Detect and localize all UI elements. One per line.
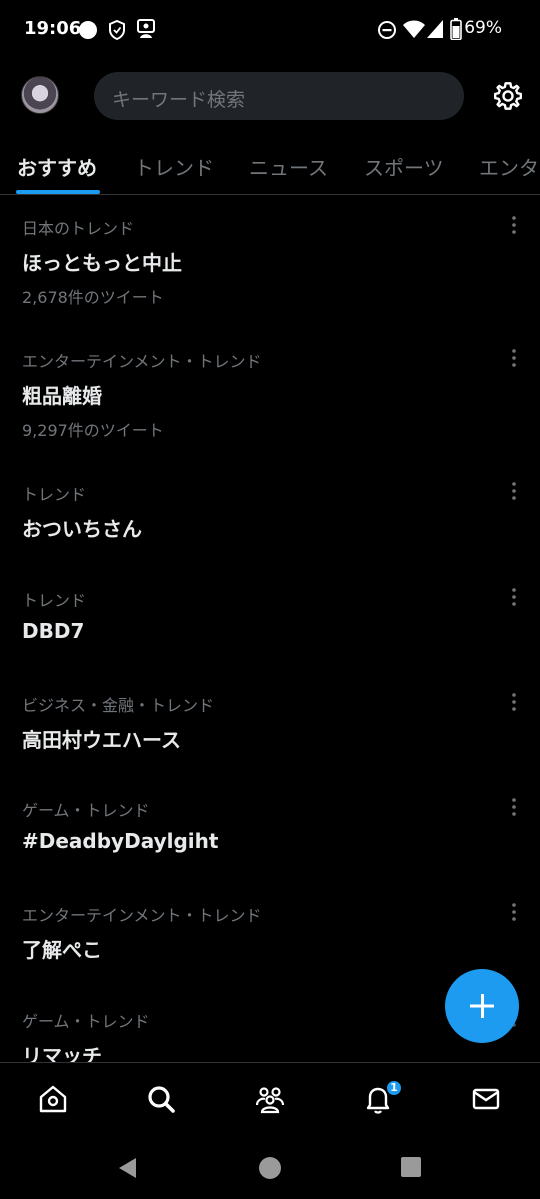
- trend-list: 日本のトレンド ほっともっと中止 2,678件のツイート エンターテインメント・…: [0, 196, 540, 1062]
- top-header: キーワード検索: [0, 62, 540, 132]
- more-options-icon[interactable]: [506, 215, 522, 237]
- more-options-icon[interactable]: [506, 587, 522, 609]
- battery-icon: [450, 18, 462, 40]
- do-not-disturb-icon: [378, 21, 396, 39]
- more-options-icon[interactable]: [506, 902, 522, 924]
- notification-badge: 1: [385, 1079, 403, 1097]
- shield-icon: [109, 19, 125, 41]
- battery-percent: 69%: [464, 18, 502, 38]
- trend-category: ビジネス・金融・トレンド: [22, 696, 215, 715]
- home-circle-icon[interactable]: [258, 1156, 282, 1180]
- trend-title: 了解ぺこ: [22, 938, 102, 962]
- tab-entertainment[interactable]: エンタ: [479, 152, 539, 181]
- trend-category: ゲーム・トレンド: [22, 1012, 150, 1031]
- trend-category: 日本のトレンド: [22, 219, 135, 238]
- avatar[interactable]: [21, 76, 59, 114]
- tab-sports[interactable]: スポーツ: [364, 152, 444, 181]
- trend-item[interactable]: ゲーム・トレンド #DeadbyDaylgiht: [0, 778, 540, 883]
- plus-icon: [470, 994, 494, 1018]
- trend-category: エンターテインメント・トレンド: [22, 906, 262, 925]
- trend-title: DBD7: [22, 619, 85, 643]
- trend-item[interactable]: トレンド DBD7: [0, 568, 540, 673]
- trend-item[interactable]: トレンド おついちさん: [0, 462, 540, 568]
- trend-category: ゲーム・トレンド: [22, 801, 150, 820]
- trend-title: リマッチ: [22, 1044, 102, 1062]
- status-time: 19:06: [24, 18, 82, 39]
- communities-icon[interactable]: [254, 1083, 286, 1115]
- trend-title: #DeadbyDaylgiht: [22, 829, 219, 853]
- trend-item[interactable]: エンターテインメント・トレンド 粗品離婚 9,297件のツイート: [0, 329, 540, 462]
- messages-icon[interactable]: [470, 1083, 502, 1115]
- more-options-icon[interactable]: [506, 692, 522, 714]
- more-options-icon[interactable]: [506, 797, 522, 819]
- more-options-icon[interactable]: [506, 481, 522, 503]
- search-icon[interactable]: [145, 1083, 177, 1115]
- gear-icon[interactable]: [492, 80, 524, 112]
- trend-category: エンターテインメント・トレンド: [22, 352, 262, 371]
- tab-news[interactable]: ニュース: [249, 152, 328, 181]
- tab-trending[interactable]: トレンド: [134, 152, 214, 181]
- notification-dot-icon: [79, 21, 97, 39]
- status-bar: 19:06 69%: [0, 0, 540, 62]
- home-icon[interactable]: [37, 1083, 69, 1115]
- trend-title: ほっともっと中止: [22, 251, 182, 275]
- bottom-navigation: 1: [0, 1062, 540, 1138]
- trend-item[interactable]: ビジネス・金融・トレンド 高田村ウエハース: [0, 673, 540, 778]
- compose-button[interactable]: [445, 969, 519, 1043]
- trend-count: 2,678件のツイート: [22, 288, 164, 307]
- explore-tabs: おすすめ トレンド ニュース スポーツ エンタ: [0, 140, 540, 195]
- signal-icon: [427, 20, 443, 38]
- recents-icon[interactable]: [401, 1156, 421, 1178]
- trend-category: トレンド: [22, 485, 87, 504]
- trend-title: おついちさん: [22, 517, 142, 541]
- trend-category: トレンド: [22, 591, 87, 610]
- more-options-icon[interactable]: [506, 348, 522, 370]
- search-placeholder: キーワード検索: [112, 89, 246, 111]
- back-icon[interactable]: [116, 1156, 138, 1180]
- app-notification-icon: [137, 19, 155, 38]
- trend-item[interactable]: 日本のトレンド ほっともっと中止 2,678件のツイート: [0, 196, 540, 329]
- search-input[interactable]: キーワード検索: [94, 72, 464, 120]
- trend-title: 高田村ウエハース: [22, 728, 181, 752]
- trend-title: 粗品離婚: [22, 384, 102, 408]
- active-tab-indicator: [16, 190, 100, 194]
- system-navigation-bar: [0, 1138, 540, 1199]
- tab-recommended[interactable]: おすすめ: [17, 152, 97, 181]
- wifi-icon: [403, 20, 425, 38]
- trend-count: 9,297件のツイート: [22, 421, 164, 440]
